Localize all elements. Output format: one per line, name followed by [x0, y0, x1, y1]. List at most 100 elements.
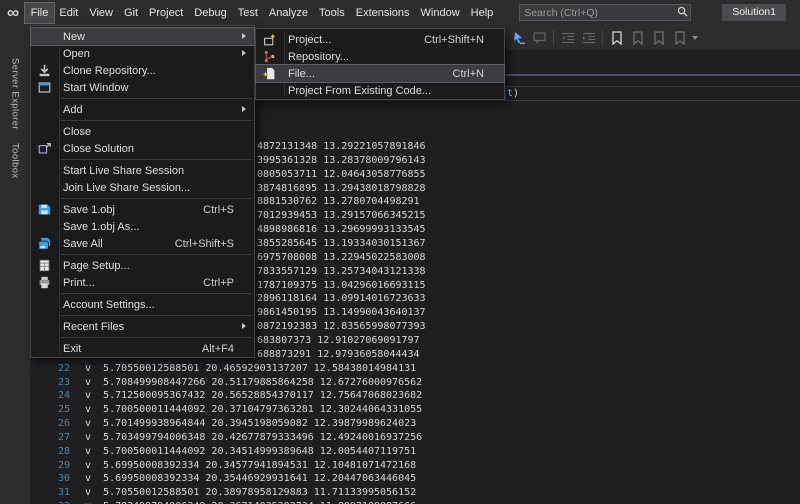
code-line-23[interactable]: 23 v 5.708499908447266 20.51179885864258 … [30, 376, 800, 390]
menu-item-print[interactable]: Print...Ctrl+P [31, 274, 254, 291]
line-text: v 5.701499938964844 20.3945198059082 12.… [85, 417, 416, 431]
menu-item-start-live-share-session[interactable]: Start Live Share Session [31, 162, 254, 179]
code-line-partial[interactable]: 9861450195 13.14990043640137 [257, 306, 426, 320]
menubar-item-help[interactable]: Help [465, 3, 499, 23]
code-line-partial[interactable]: 8881530762 13.2780704498291 [257, 195, 420, 209]
code-line-26[interactable]: 26 v 5.701499938964844 20.3945198059082 1… [30, 417, 800, 431]
next-bookmark-icon[interactable] [648, 30, 669, 46]
menu-item-project[interactable]: Project...Ctrl+Shift+N [256, 31, 504, 48]
menu-separator [61, 198, 252, 199]
solution-badge[interactable]: Solution1 [722, 4, 786, 21]
code-line-partial[interactable]: 683807373 12.91027069091797 [257, 334, 420, 348]
menu-item-label: Close [63, 126, 246, 138]
code-line-22[interactable]: 22 v 5.70550012588501 20.46592903137207 1… [30, 362, 800, 376]
toggle-bookmark-icon[interactable] [606, 30, 627, 46]
code-line-24[interactable]: 24v 5.712500095367432 20.56528854370117 … [30, 389, 800, 403]
code-line-partial[interactable]: 0805053711 12.04643058776855 [257, 168, 426, 182]
menu-separator [61, 120, 252, 121]
line-text: v 5.70550012588501 20.46592903137207 12.… [85, 362, 416, 376]
selection-pointer-icon[interactable] [508, 30, 529, 46]
code-line-partial[interactable]: 2896118164 13.09914016723633 [257, 292, 426, 306]
search-input[interactable] [520, 7, 674, 19]
outdent-icon[interactable] [557, 30, 578, 46]
menu-item-repository[interactable]: Repository... [256, 48, 504, 65]
menu-item-label: Save 1.obj [63, 204, 203, 216]
menubar-item-git[interactable]: Git [118, 3, 143, 23]
menu-item-close[interactable]: Close [31, 123, 254, 140]
menubar-item-debug[interactable]: Debug [189, 3, 232, 23]
menu-item-close-solution[interactable]: Close Solution [31, 140, 254, 157]
menubar-item-edit[interactable]: Edit [54, 3, 84, 23]
line-number[interactable]: 22 [30, 362, 70, 376]
line-number[interactable]: 31 [30, 486, 70, 500]
line-number[interactable]: 28 [30, 445, 70, 459]
main-menus: FileEditViewGitProjectDebugTestAnalyzeTo… [25, 0, 499, 25]
indent-icon[interactable] [578, 30, 599, 46]
menu-item-file[interactable]: File...Ctrl+N [256, 65, 504, 82]
code-line-partial[interactable]: 7833557129 13.25734043121338 [257, 265, 426, 279]
menu-item-open[interactable]: Open [31, 45, 254, 62]
code-line-28[interactable]: 28v 5.700500011444092 20.34514999389648 … [30, 445, 800, 459]
comment-icon[interactable] [529, 30, 550, 46]
menu-item-page-setup[interactable]: Page Setup... [31, 257, 254, 274]
menu-item-label: New [63, 31, 246, 43]
code-line-partial[interactable]: 4898986816 13.29699993133545 [257, 223, 426, 237]
previous-bookmark-icon[interactable] [627, 30, 648, 46]
line-number[interactable]: 24 [30, 389, 70, 403]
menubar-item-test[interactable]: Test [232, 3, 263, 23]
line-number[interactable]: 32 [30, 500, 70, 504]
sidebar-tab-server-explorer[interactable]: Server Explorer [10, 58, 21, 130]
code-line-partial[interactable]: 688873291 12.97936058044434 [257, 348, 420, 362]
menu-item-save-1-obj[interactable]: Save 1.objCtrl+S [31, 201, 254, 218]
code-line-27[interactable]: 27v 5.703499794006348 20.42677879333496 … [30, 431, 800, 445]
line-number[interactable]: 25 [30, 403, 70, 417]
code-line-partial[interactable]: 4872131348 13.29221057891846 [257, 140, 426, 154]
new-file-icon [263, 67, 277, 81]
menu-item-recent-files[interactable]: Recent Files [31, 318, 254, 335]
menubar-item-analyze[interactable]: Analyze [263, 3, 313, 23]
menubar-item-tools[interactable]: Tools [314, 3, 351, 23]
search-icon[interactable] [674, 4, 690, 22]
menu-item-save-all[interactable]: Save AllCtrl+Shift+S [31, 235, 254, 252]
line-number[interactable]: 29 [30, 459, 70, 473]
line-text: v 5.70550012588501 20.38978958129883 11.… [85, 486, 416, 500]
line-number[interactable]: 26 [30, 417, 70, 431]
menu-item-clone-repository[interactable]: Clone Repository... [31, 62, 254, 79]
code-line-32[interactable]: 32v 5.703499794006348 20.36714035302734 … [30, 500, 800, 504]
code-line-31[interactable]: 31 v 5.70550012588501 20.38978958129883 1… [30, 486, 800, 500]
code-line-partial[interactable]: 0872192383 12.83565998077393 [257, 320, 426, 334]
code-line-partial[interactable]: 1787109375 13.04296016693115 [257, 279, 426, 293]
menubar-item-window[interactable]: Window [415, 3, 465, 23]
menu-item-join-live-share-session[interactable]: Join Live Share Session... [31, 179, 254, 196]
page-setup-icon [38, 259, 52, 273]
menubar-item-file[interactable]: File [25, 3, 54, 23]
code-line-25[interactable]: 25v 5.700500011444092 20.37104797363281 … [30, 403, 800, 417]
menu-item-new[interactable]: New [31, 28, 254, 45]
menu-item-add[interactable]: Add [31, 101, 254, 118]
code-line-partial[interactable]: 3874816895 13.29438018798828 [257, 182, 426, 196]
sidebar-tab-toolbox[interactable]: Toolbox [10, 143, 21, 179]
menu-bar: ∞ FileEditViewGitProjectDebugTestAnalyze… [0, 0, 800, 25]
code-line-29[interactable]: 29v 5.69950008392334 20.34577941894531 1… [30, 459, 800, 473]
code-line-partial[interactable]: 6975708008 13.22945022583008 [257, 251, 426, 265]
line-number[interactable]: 30 [30, 472, 70, 486]
code-line-partial[interactable]: 3995361328 13.28378009796143 [257, 154, 426, 168]
menu-item-label: Exit [63, 343, 202, 355]
clear-bookmarks-icon[interactable] [669, 30, 690, 46]
code-line-partial[interactable]: 3855285645 13.19334030151367 [257, 237, 426, 251]
menubar-item-view[interactable]: View [84, 3, 119, 23]
line-number[interactable]: 27 [30, 431, 70, 445]
menu-item-save-1-obj-as[interactable]: Save 1.obj As... [31, 218, 254, 235]
code-line-30[interactable]: 30v 5.69950008392334 20.35446929931641 1… [30, 472, 800, 486]
line-text: v 5.708499908447266 20.51179885864258 12… [85, 376, 422, 390]
menu-item-account-settings[interactable]: Account Settings... [31, 296, 254, 313]
bookmark-dropdown-icon[interactable] [692, 36, 698, 40]
menu-item-start-window[interactable]: Start Window [31, 79, 254, 96]
save-all-icon [38, 237, 52, 251]
menu-item-project-from-existing-code[interactable]: Project From Existing Code... [256, 82, 504, 99]
code-line-partial[interactable]: 7012939453 13.29157066345215 [257, 209, 426, 223]
menubar-item-extensions[interactable]: Extensions [350, 3, 415, 23]
menu-item-exit[interactable]: ExitAlt+F4 [31, 340, 254, 357]
menubar-item-project[interactable]: Project [144, 3, 189, 23]
line-number[interactable]: 23 [30, 376, 70, 390]
